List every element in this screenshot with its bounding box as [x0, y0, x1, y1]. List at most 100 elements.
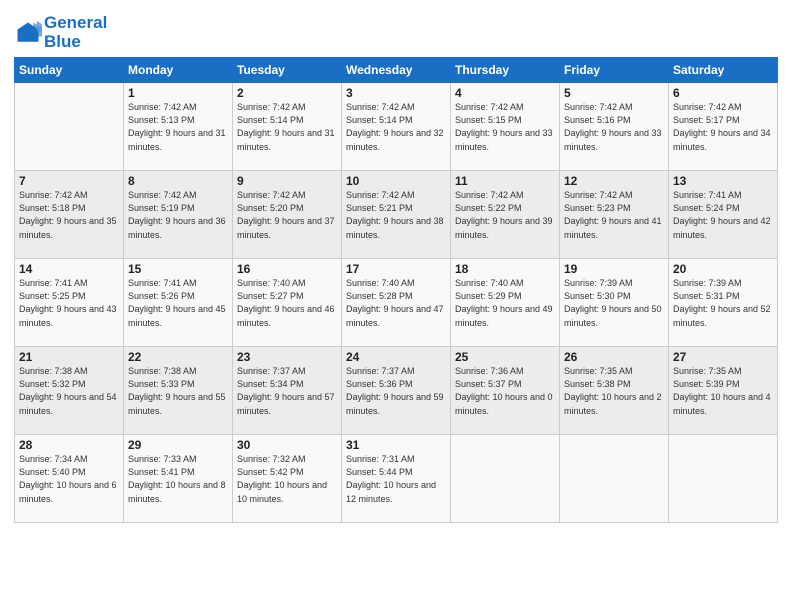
- header-cell-saturday: Saturday: [669, 58, 778, 83]
- day-info: Sunrise: 7:42 AMSunset: 5:16 PMDaylight:…: [564, 101, 664, 153]
- day-info: Sunrise: 7:40 AMSunset: 5:29 PMDaylight:…: [455, 277, 555, 329]
- header-cell-sunday: Sunday: [15, 58, 124, 83]
- day-number: 4: [455, 86, 555, 100]
- day-info: Sunrise: 7:42 AMSunset: 5:19 PMDaylight:…: [128, 189, 228, 241]
- day-cell: 26Sunrise: 7:35 AMSunset: 5:38 PMDayligh…: [560, 347, 669, 435]
- day-number: 27: [673, 350, 773, 364]
- day-number: 21: [19, 350, 119, 364]
- day-number: 26: [564, 350, 664, 364]
- day-info: Sunrise: 7:42 AMSunset: 5:22 PMDaylight:…: [455, 189, 555, 241]
- day-number: 5: [564, 86, 664, 100]
- logo-icon: [14, 19, 42, 47]
- day-info: Sunrise: 7:40 AMSunset: 5:28 PMDaylight:…: [346, 277, 446, 329]
- week-row-3: 14Sunrise: 7:41 AMSunset: 5:25 PMDayligh…: [15, 259, 778, 347]
- day-cell: 10Sunrise: 7:42 AMSunset: 5:21 PMDayligh…: [342, 171, 451, 259]
- day-cell: 15Sunrise: 7:41 AMSunset: 5:26 PMDayligh…: [124, 259, 233, 347]
- day-cell: 13Sunrise: 7:41 AMSunset: 5:24 PMDayligh…: [669, 171, 778, 259]
- day-cell: 7Sunrise: 7:42 AMSunset: 5:18 PMDaylight…: [15, 171, 124, 259]
- day-cell: 3Sunrise: 7:42 AMSunset: 5:14 PMDaylight…: [342, 83, 451, 171]
- day-info: Sunrise: 7:34 AMSunset: 5:40 PMDaylight:…: [19, 453, 119, 505]
- day-info: Sunrise: 7:36 AMSunset: 5:37 PMDaylight:…: [455, 365, 555, 417]
- day-number: 30: [237, 438, 337, 452]
- day-number: 9: [237, 174, 337, 188]
- day-number: 14: [19, 262, 119, 276]
- day-number: 10: [346, 174, 446, 188]
- day-cell: 19Sunrise: 7:39 AMSunset: 5:30 PMDayligh…: [560, 259, 669, 347]
- day-info: Sunrise: 7:42 AMSunset: 5:14 PMDaylight:…: [237, 101, 337, 153]
- day-cell: 18Sunrise: 7:40 AMSunset: 5:29 PMDayligh…: [451, 259, 560, 347]
- day-number: 8: [128, 174, 228, 188]
- logo-text: General Blue: [44, 14, 107, 51]
- day-info: Sunrise: 7:42 AMSunset: 5:13 PMDaylight:…: [128, 101, 228, 153]
- day-number: 22: [128, 350, 228, 364]
- day-info: Sunrise: 7:42 AMSunset: 5:21 PMDaylight:…: [346, 189, 446, 241]
- day-number: 23: [237, 350, 337, 364]
- day-cell: 25Sunrise: 7:36 AMSunset: 5:37 PMDayligh…: [451, 347, 560, 435]
- day-cell: 4Sunrise: 7:42 AMSunset: 5:15 PMDaylight…: [451, 83, 560, 171]
- day-number: 3: [346, 86, 446, 100]
- day-info: Sunrise: 7:42 AMSunset: 5:14 PMDaylight:…: [346, 101, 446, 153]
- day-cell: 30Sunrise: 7:32 AMSunset: 5:42 PMDayligh…: [233, 435, 342, 523]
- day-cell: 9Sunrise: 7:42 AMSunset: 5:20 PMDaylight…: [233, 171, 342, 259]
- day-info: Sunrise: 7:37 AMSunset: 5:34 PMDaylight:…: [237, 365, 337, 417]
- day-cell: 21Sunrise: 7:38 AMSunset: 5:32 PMDayligh…: [15, 347, 124, 435]
- week-row-5: 28Sunrise: 7:34 AMSunset: 5:40 PMDayligh…: [15, 435, 778, 523]
- day-cell: 22Sunrise: 7:38 AMSunset: 5:33 PMDayligh…: [124, 347, 233, 435]
- calendar-table: SundayMondayTuesdayWednesdayThursdayFrid…: [14, 57, 778, 523]
- day-info: Sunrise: 7:37 AMSunset: 5:36 PMDaylight:…: [346, 365, 446, 417]
- day-number: 6: [673, 86, 773, 100]
- day-info: Sunrise: 7:41 AMSunset: 5:25 PMDaylight:…: [19, 277, 119, 329]
- day-number: 12: [564, 174, 664, 188]
- day-number: 20: [673, 262, 773, 276]
- day-cell: 12Sunrise: 7:42 AMSunset: 5:23 PMDayligh…: [560, 171, 669, 259]
- day-number: 25: [455, 350, 555, 364]
- day-info: Sunrise: 7:42 AMSunset: 5:17 PMDaylight:…: [673, 101, 773, 153]
- header-cell-friday: Friday: [560, 58, 669, 83]
- day-cell: 31Sunrise: 7:31 AMSunset: 5:44 PMDayligh…: [342, 435, 451, 523]
- day-number: 31: [346, 438, 446, 452]
- day-info: Sunrise: 7:33 AMSunset: 5:41 PMDaylight:…: [128, 453, 228, 505]
- day-cell: 11Sunrise: 7:42 AMSunset: 5:22 PMDayligh…: [451, 171, 560, 259]
- day-cell: 1Sunrise: 7:42 AMSunset: 5:13 PMDaylight…: [124, 83, 233, 171]
- day-number: 7: [19, 174, 119, 188]
- day-number: 28: [19, 438, 119, 452]
- day-cell: 29Sunrise: 7:33 AMSunset: 5:41 PMDayligh…: [124, 435, 233, 523]
- day-cell: 16Sunrise: 7:40 AMSunset: 5:27 PMDayligh…: [233, 259, 342, 347]
- day-number: 2: [237, 86, 337, 100]
- day-info: Sunrise: 7:41 AMSunset: 5:26 PMDaylight:…: [128, 277, 228, 329]
- week-row-2: 7Sunrise: 7:42 AMSunset: 5:18 PMDaylight…: [15, 171, 778, 259]
- day-cell: 2Sunrise: 7:42 AMSunset: 5:14 PMDaylight…: [233, 83, 342, 171]
- day-info: Sunrise: 7:32 AMSunset: 5:42 PMDaylight:…: [237, 453, 337, 505]
- day-info: Sunrise: 7:41 AMSunset: 5:24 PMDaylight:…: [673, 189, 773, 241]
- day-cell: 14Sunrise: 7:41 AMSunset: 5:25 PMDayligh…: [15, 259, 124, 347]
- week-row-4: 21Sunrise: 7:38 AMSunset: 5:32 PMDayligh…: [15, 347, 778, 435]
- day-info: Sunrise: 7:35 AMSunset: 5:39 PMDaylight:…: [673, 365, 773, 417]
- day-number: 19: [564, 262, 664, 276]
- day-info: Sunrise: 7:42 AMSunset: 5:20 PMDaylight:…: [237, 189, 337, 241]
- header-cell-monday: Monday: [124, 58, 233, 83]
- day-number: 15: [128, 262, 228, 276]
- day-number: 18: [455, 262, 555, 276]
- day-cell: [669, 435, 778, 523]
- day-info: Sunrise: 7:42 AMSunset: 5:23 PMDaylight:…: [564, 189, 664, 241]
- day-info: Sunrise: 7:39 AMSunset: 5:30 PMDaylight:…: [564, 277, 664, 329]
- day-number: 1: [128, 86, 228, 100]
- day-number: 29: [128, 438, 228, 452]
- header-row: SundayMondayTuesdayWednesdayThursdayFrid…: [15, 58, 778, 83]
- day-cell: [15, 83, 124, 171]
- day-number: 16: [237, 262, 337, 276]
- day-cell: 28Sunrise: 7:34 AMSunset: 5:40 PMDayligh…: [15, 435, 124, 523]
- day-info: Sunrise: 7:40 AMSunset: 5:27 PMDaylight:…: [237, 277, 337, 329]
- day-number: 17: [346, 262, 446, 276]
- header-cell-tuesday: Tuesday: [233, 58, 342, 83]
- day-info: Sunrise: 7:42 AMSunset: 5:15 PMDaylight:…: [455, 101, 555, 153]
- week-row-1: 1Sunrise: 7:42 AMSunset: 5:13 PMDaylight…: [15, 83, 778, 171]
- day-cell: 5Sunrise: 7:42 AMSunset: 5:16 PMDaylight…: [560, 83, 669, 171]
- header: General Blue: [14, 10, 778, 51]
- header-cell-wednesday: Wednesday: [342, 58, 451, 83]
- day-info: Sunrise: 7:42 AMSunset: 5:18 PMDaylight:…: [19, 189, 119, 241]
- header-cell-thursday: Thursday: [451, 58, 560, 83]
- day-cell: 27Sunrise: 7:35 AMSunset: 5:39 PMDayligh…: [669, 347, 778, 435]
- day-cell: [451, 435, 560, 523]
- page-container: General Blue SundayMondayTuesdayWednesda…: [0, 0, 792, 529]
